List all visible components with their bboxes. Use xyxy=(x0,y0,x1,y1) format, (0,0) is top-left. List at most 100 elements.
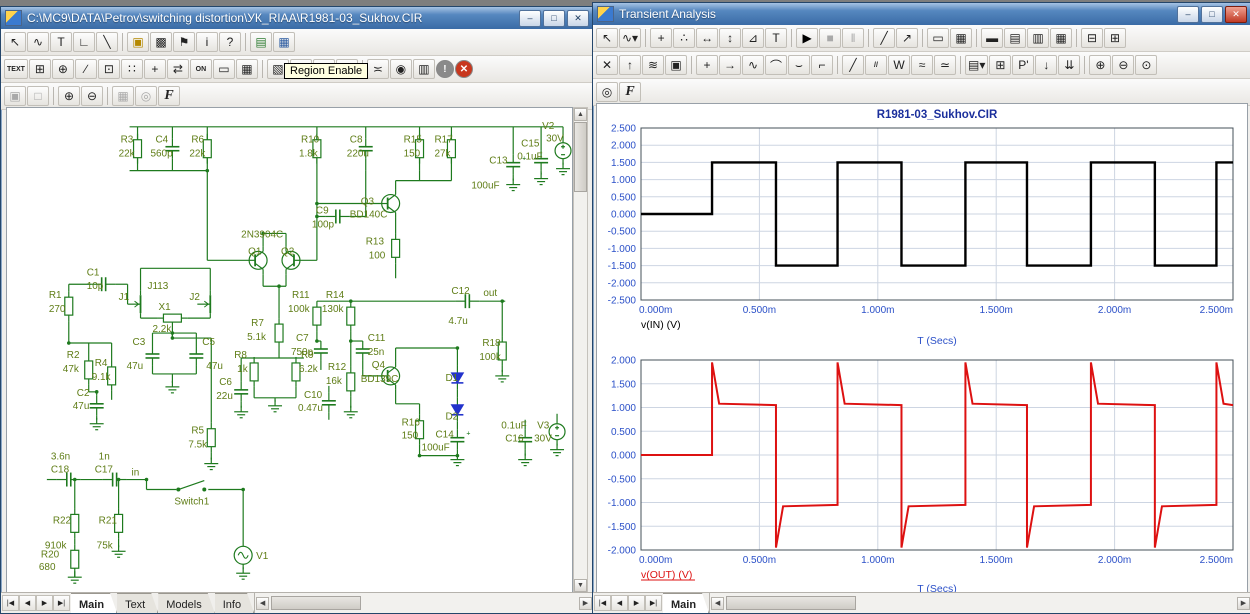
schematic-label[interactable]: 100uF xyxy=(422,443,450,454)
schematic-label[interactable]: 2N3904C xyxy=(241,229,283,240)
stacked-plots-icon[interactable]: ▤ xyxy=(1004,28,1026,48)
plot-vin[interactable]: 2.5002.0001.5001.0000.5000.000-0.500-1.0… xyxy=(597,104,1247,352)
component-C7[interactable] xyxy=(314,341,328,361)
schematic-label[interactable]: BD140C xyxy=(350,209,388,220)
schematic-label[interactable]: V2 xyxy=(542,121,555,132)
component-R8[interactable] xyxy=(250,357,258,387)
axes-toggle-icon[interactable]: ⊞ xyxy=(1104,28,1126,48)
component-gnd[interactable] xyxy=(506,179,520,191)
flip-icon[interactable]: ⇄ xyxy=(167,59,189,79)
vertical-tag-icon[interactable]: ↕ xyxy=(719,28,741,48)
info-tool[interactable]: i xyxy=(196,32,218,52)
component-R12[interactable] xyxy=(347,367,355,397)
cross-area-icon[interactable]: + xyxy=(144,59,166,79)
schematic-label[interactable]: 16k xyxy=(326,376,342,387)
schematic-label[interactable]: J2 xyxy=(189,292,200,303)
schematic-label[interactable]: C1 xyxy=(87,267,100,278)
schematic-label[interactable]: R8 xyxy=(234,350,247,361)
side-plots-icon[interactable]: ▥ xyxy=(1027,28,1049,48)
cursor-icon[interactable]: + xyxy=(696,55,718,75)
horizontal-scroll-thumb[interactable] xyxy=(726,596,856,610)
last-page-button[interactable]: ▶| xyxy=(53,595,70,611)
data-table-icon[interactable]: ⊞ xyxy=(989,55,1011,75)
schematic-label[interactable]: C3 xyxy=(133,337,146,348)
schematic-label[interactable]: C11 xyxy=(368,333,386,344)
attribute-text-toggle[interactable]: ⊞ xyxy=(29,59,51,79)
schematic-label[interactable]: R1 xyxy=(49,290,62,301)
schematic-label[interactable]: R21 xyxy=(99,515,118,526)
schematic-label[interactable]: 22k xyxy=(189,149,205,160)
trace-label[interactable]: v(IN) (V) xyxy=(641,319,681,331)
schematic-label[interactable]: 0.47u xyxy=(298,403,323,414)
flag-tool[interactable]: ⚑ xyxy=(173,32,195,52)
scroll-left-button[interactable]: ◀ xyxy=(256,597,269,610)
schematic-label[interactable]: X1 xyxy=(158,302,171,313)
schematic-label[interactable]: 1k xyxy=(237,364,248,375)
schematic-label[interactable]: 9.1k xyxy=(92,372,111,383)
schematic-label[interactable]: C13 xyxy=(489,156,508,167)
schematic-label[interactable]: R3 xyxy=(121,135,134,146)
schematic-label[interactable]: R12 xyxy=(328,362,347,373)
component-V2[interactable] xyxy=(555,143,571,159)
schematic-label[interactable]: in xyxy=(132,468,140,479)
schematic-horizontal-scrollbar[interactable]: ◀ ▶ xyxy=(254,593,593,613)
scroll-left-button[interactable]: ◀ xyxy=(711,597,724,610)
schematic-canvas[interactable]: ++R322kC4560pR622kR101.8kC8220uR15150R17… xyxy=(6,107,573,593)
font-button[interactable]: F xyxy=(619,82,641,102)
pin-connections-toggle[interactable]: ⊡ xyxy=(98,59,120,79)
schematic-label[interactable]: C14 xyxy=(435,430,454,441)
schematic-label[interactable]: 3.6n xyxy=(51,452,70,463)
schematic-drawing[interactable]: ++R322kC4560pR622kR101.8kC8220uR15150R17… xyxy=(7,108,572,592)
component-gnd[interactable] xyxy=(234,406,248,418)
scroll-track[interactable] xyxy=(269,596,579,611)
component-R1[interactable] xyxy=(65,291,73,321)
horizontal-tag-icon[interactable]: ↔ xyxy=(696,28,718,48)
schematic-label[interactable]: R6 xyxy=(191,135,204,146)
schematic-label[interactable]: R17 xyxy=(434,135,453,146)
component-R20[interactable] xyxy=(71,544,79,574)
schematic-label[interactable]: C7 xyxy=(296,333,309,344)
component-gnd[interactable] xyxy=(268,400,282,412)
component-gnd[interactable] xyxy=(344,406,358,418)
horizontal-scroll-thumb[interactable] xyxy=(271,596,361,610)
schematic-label[interactable]: 4.7u xyxy=(448,316,467,327)
schematic-label[interactable]: R10 xyxy=(301,135,320,146)
schematic-vertical-scrollbar[interactable]: ▲ ▼ xyxy=(573,107,588,593)
tab-text[interactable]: Text xyxy=(117,593,158,613)
next-page-button[interactable]: ▶ xyxy=(628,595,645,611)
schematic-label[interactable]: C4 xyxy=(155,135,168,146)
schematic-label[interactable]: R18 xyxy=(482,338,501,349)
waveform-buffer-icon[interactable]: ≋ xyxy=(642,55,664,75)
schematic-label[interactable]: C16 xyxy=(505,434,524,445)
schematic-label[interactable]: 100k xyxy=(479,352,501,363)
component-R13[interactable] xyxy=(392,233,400,263)
minimize-button[interactable]: – xyxy=(519,10,541,27)
component-R22[interactable] xyxy=(71,508,79,538)
border-toggle[interactable]: ▭ xyxy=(213,59,235,79)
text-layer-toggle[interactable]: TEXT xyxy=(4,59,28,79)
panel-toggle-icon[interactable]: ⊟ xyxy=(1081,28,1103,48)
schematic-label[interactable]: J113 xyxy=(148,281,169,292)
schematic-label[interactable]: 47u xyxy=(127,361,144,372)
component-J1[interactable] xyxy=(128,290,141,318)
first-page-button[interactable]: |◀ xyxy=(594,595,611,611)
component-C3[interactable] xyxy=(146,346,160,366)
search-icon[interactable]: ◉ xyxy=(390,59,412,79)
options-icon[interactable]: ◎ xyxy=(596,82,618,102)
schematic-label[interactable]: Q1 xyxy=(248,246,262,257)
schematic-label[interactable]: R16 xyxy=(402,418,421,429)
photo-icon[interactable]: ▣ xyxy=(665,55,687,75)
schematic-label[interactable]: 220u xyxy=(347,149,369,160)
component-R3[interactable] xyxy=(134,134,142,164)
schematic-label[interactable]: 75k xyxy=(97,540,113,551)
schematic-label[interactable]: 5.1k xyxy=(247,332,266,343)
schematic-label[interactable]: 0.1uF xyxy=(517,152,542,163)
component-gnd[interactable] xyxy=(495,370,509,382)
palette-icon[interactable]: ▤ xyxy=(250,32,272,52)
scroll-right-button[interactable]: ▶ xyxy=(579,597,592,610)
diagonal-wire-tool[interactable]: ╲ xyxy=(96,32,118,52)
zoom-in-button[interactable]: ⊕ xyxy=(58,86,80,106)
add-trace-icon[interactable]: ↑ xyxy=(619,55,641,75)
schematic-label[interactable]: 30V xyxy=(534,434,552,445)
schematic-label[interactable]: R20 xyxy=(41,549,60,560)
